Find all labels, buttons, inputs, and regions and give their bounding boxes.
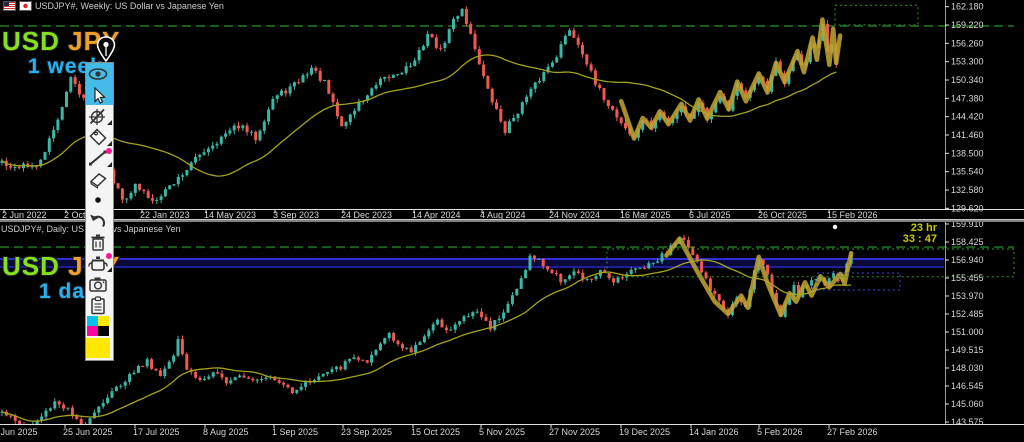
svg-text:146.545: 146.545 [951, 381, 984, 391]
svg-text:25 Jun 2025: 25 Jun 2025 [63, 427, 113, 437]
svg-text:156.940: 156.940 [951, 255, 984, 265]
svg-text:132.580: 132.580 [951, 185, 984, 195]
undo-icon [90, 214, 106, 227]
mt-chart-window: 162.180 159.220 156.260 153.300 150.340 147.3… [0, 0, 1024, 442]
svg-text:162.180: 162.180 [951, 2, 984, 12]
svg-text:15 Feb 2026: 15 Feb 2026 [827, 210, 878, 219]
svg-text:22 Jan 2023: 22 Jan 2023 [140, 210, 190, 219]
svg-text:145.060: 145.060 [951, 399, 984, 409]
svg-text:153.970: 153.970 [951, 291, 984, 301]
toolbar-bucket-button[interactable] [86, 252, 113, 273]
weekly-chart-canvas[interactable]: 162.180 159.220 156.260 153.300 150.340 147.3… [0, 0, 1024, 219]
svg-text:159.220: 159.220 [951, 20, 984, 30]
toolbar-eraser-button[interactable] [86, 168, 113, 189]
svg-text:26 Oct 2025: 26 Oct 2025 [758, 210, 807, 219]
drawing-toolbar [85, 62, 114, 361]
svg-text:14 Jan 2026: 14 Jan 2026 [689, 427, 739, 437]
svg-text:135.540: 135.540 [951, 167, 984, 177]
dot-icon [95, 196, 101, 203]
toolbar-label-tag-button[interactable] [86, 126, 113, 147]
svg-text:15 Oct 2025: 15 Oct 2025 [411, 427, 460, 437]
weekly-pane-title: USDJPY#, Weekly: US Dollar vs Japanese Y… [3, 1, 224, 11]
clipboard-icon [91, 295, 105, 314]
flyout-expander-icon[interactable] [107, 141, 112, 146]
candle-countdown-timer: 23 hr 33 : 47 [903, 223, 937, 245]
toolbar-clipboard-button[interactable] [86, 294, 113, 315]
toolbar-eye-button[interactable] [86, 63, 113, 84]
new-feature-badge [106, 253, 112, 259]
svg-text:24 Dec 2023: 24 Dec 2023 [341, 210, 392, 219]
toolbar-dot-button[interactable] [86, 189, 113, 210]
svg-text:14 May 2023: 14 May 2023 [204, 210, 256, 219]
svg-text:5 Nov 2025: 5 Nov 2025 [479, 427, 525, 437]
svg-text:8 Aug 2025: 8 Aug 2025 [203, 427, 249, 437]
flyout-expander-icon[interactable] [107, 120, 112, 125]
toolbar-undo-button[interactable] [86, 210, 113, 231]
pane-splitter[interactable] [0, 219, 1024, 222]
svg-text:147.380: 147.380 [951, 93, 984, 103]
svg-text:3 Sep 2023: 3 Sep 2023 [273, 210, 319, 219]
svg-text:153.300: 153.300 [951, 57, 984, 67]
svg-text:5 Feb 2026: 5 Feb 2026 [757, 427, 803, 437]
svg-text:4 Aug 2024: 4 Aug 2024 [480, 210, 526, 219]
svg-text:156.260: 156.260 [951, 38, 984, 48]
svg-text:27 Nov 2025: 27 Nov 2025 [549, 427, 600, 437]
toolbar-cursor-button[interactable] [86, 84, 113, 105]
flyout-expander-icon[interactable] [107, 162, 112, 167]
daily-base-currency: USD [2, 251, 60, 281]
svg-text:6 Jul 2025: 6 Jul 2025 [689, 210, 731, 219]
svg-text:23 Sep 2025: 23 Sep 2025 [341, 427, 392, 437]
svg-text:24 Nov 2024: 24 Nov 2024 [549, 210, 600, 219]
toolbar-swatch-yellow-button[interactable] [86, 336, 113, 360]
svg-text:144.420: 144.420 [951, 112, 984, 122]
svg-text:3 Jun 2025: 3 Jun 2025 [0, 427, 38, 437]
svg-text:152.485: 152.485 [951, 309, 984, 319]
trash-icon [91, 234, 105, 251]
toolbar-camera-button[interactable] [86, 273, 113, 294]
svg-text:19 Dec 2025: 19 Dec 2025 [619, 427, 670, 437]
svg-text:16 Mar 2025: 16 Mar 2025 [620, 210, 671, 219]
countdown-min-sec: 33 : 47 [902, 233, 937, 245]
svg-text:141.460: 141.460 [951, 130, 984, 140]
svg-text:2 Jun 2022: 2 Jun 2022 [2, 210, 47, 219]
us-flag-icon [3, 1, 16, 11]
svg-text:159.910: 159.910 [951, 221, 984, 229]
toolbar-palette-button[interactable] [86, 315, 113, 336]
svg-text:17 Jul 2025: 17 Jul 2025 [133, 427, 180, 437]
svg-text:143.575: 143.575 [951, 417, 984, 427]
svg-text:138.500: 138.500 [951, 148, 984, 158]
svg-text:1 Sep 2025: 1 Sep 2025 [272, 427, 318, 437]
svg-text:14 Apr 2024: 14 Apr 2024 [412, 210, 461, 219]
svg-text:148.030: 148.030 [951, 363, 984, 373]
jp-flag-icon [19, 1, 32, 11]
color-palette-icon [87, 315, 109, 336]
daily-chart-canvas[interactable]: 159.910 158.425 156.940 155.455 153.970 152.4… [0, 221, 1024, 442]
svg-text:158.425: 158.425 [951, 237, 984, 247]
toolbar-trendline-button[interactable] [86, 147, 113, 168]
toolbar-trash-button[interactable] [86, 231, 113, 252]
svg-text:129.620: 129.620 [951, 203, 984, 213]
cursor-icon [94, 86, 106, 104]
flyout-expander-icon[interactable] [107, 267, 112, 272]
active-color-swatch-icon [86, 338, 110, 358]
toolbar-crosshair-off-button[interactable] [86, 105, 113, 126]
svg-text:150.340: 150.340 [951, 75, 984, 85]
svg-text:27 Feb 2026: 27 Feb 2026 [827, 427, 878, 437]
weekly-chart-title-text: USDJPY#, Weekly: US Dollar vs Japanese Y… [35, 1, 224, 11]
eye-icon [88, 67, 108, 80]
camera-icon [89, 277, 107, 292]
weekly-base-currency: USD [2, 26, 60, 56]
svg-text:155.455: 155.455 [951, 273, 984, 283]
svg-text:149.515: 149.515 [951, 345, 984, 355]
svg-text:151.000: 151.000 [951, 327, 984, 337]
new-feature-badge [106, 148, 112, 154]
eraser-icon [89, 172, 107, 189]
